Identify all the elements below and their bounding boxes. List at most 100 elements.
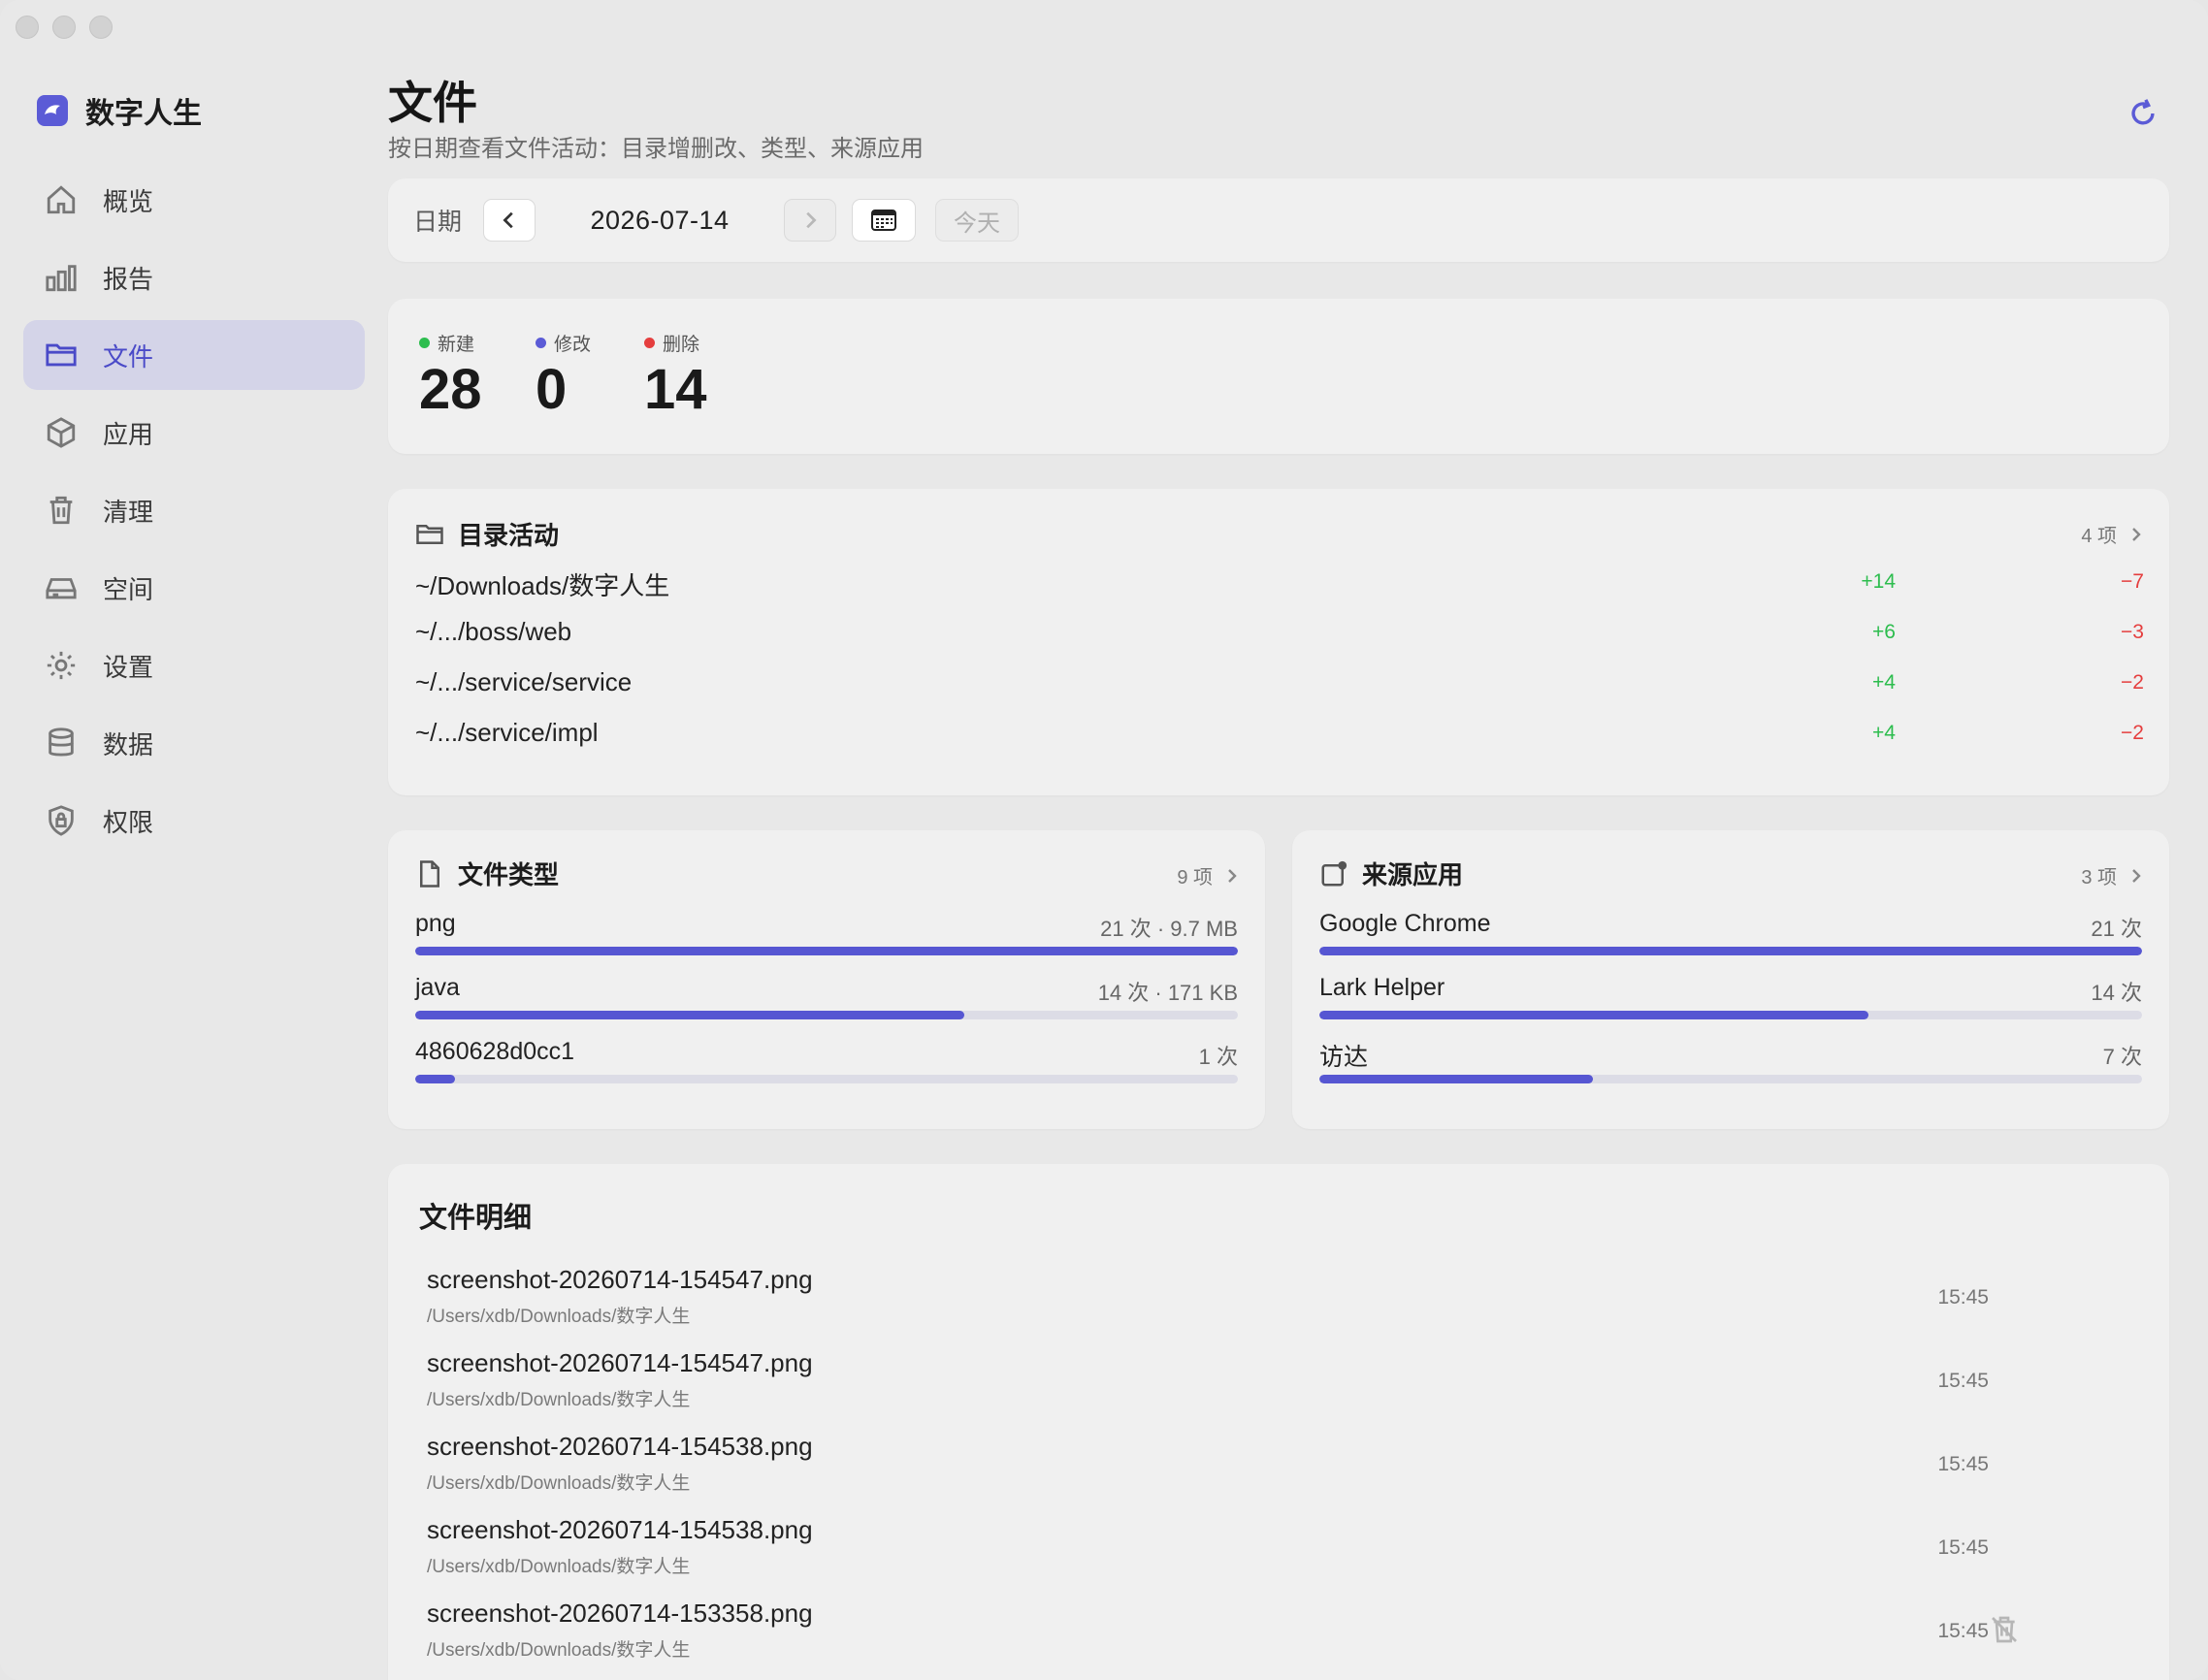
progress-track	[415, 947, 1238, 955]
file-name: screenshot-20260714-154547.png	[427, 1265, 813, 1294]
source-apps-card: 来源应用 3 项 Google Chrome 21 次 Lark Helper …	[1292, 830, 2169, 1129]
item-count: 4 项	[2081, 526, 2117, 547]
dir-row[interactable]: ~/.../service/impl +4 −2	[415, 714, 2144, 753]
types-more-link[interactable]: 9 项	[1177, 861, 1240, 889]
sidebar-item-label: 清理	[103, 497, 154, 527]
type-row[interactable]: 4860628d0cc1 1 次	[415, 1038, 1238, 1100]
type-row[interactable]: png 21 次 · 9.7 MB	[415, 910, 1238, 972]
file-types-card: 文件类型 9 项 png 21 次 · 9.7 MB java 14 次 · 1…	[388, 830, 1265, 1129]
stat-deleted: 删除 14	[644, 330, 707, 418]
box-icon	[47, 417, 76, 448]
stat-label: 删除	[663, 335, 700, 355]
sidebar-item-label: 权限	[103, 807, 154, 837]
sidebar-item-settings[interactable]: 设置	[23, 630, 365, 700]
sidebar-item-storage[interactable]: 空间	[23, 553, 365, 623]
folder-icon	[416, 524, 443, 544]
card-header: 文件类型	[415, 856, 559, 891]
next-day-button[interactable]	[784, 199, 836, 242]
sidebar-item-label: 概览	[103, 186, 154, 216]
progress-track	[415, 1075, 1238, 1083]
delete-file-button[interactable]	[1989, 1614, 2020, 1645]
sources-more-link[interactable]: 3 项	[2081, 861, 2144, 889]
file-path: /Users/xdb/Downloads/数字人生	[427, 1390, 691, 1410]
sidebar: 数字人生 概览 报告 文件 应用 清理 空间 设置 数据 权限	[0, 0, 378, 1680]
file-path: /Users/xdb/Downloads/数字人生	[427, 1640, 691, 1661]
sidebar-item-overview[interactable]: 概览	[23, 165, 365, 235]
bar-chart-icon	[46, 265, 77, 292]
source-value: 14 次	[2091, 981, 2142, 1005]
card-title: 来源应用	[1362, 860, 1464, 889]
file-row[interactable]: screenshot-20260714-154538.png /Users/xd…	[427, 1515, 2134, 1593]
source-name: Lark Helper	[1319, 974, 1445, 1001]
calendar-icon	[871, 210, 896, 231]
dir-path: ~/Downloads/数字人生	[415, 571, 670, 600]
file-time: 15:45	[1937, 1453, 1989, 1475]
type-name: 4860628d0cc1	[415, 1038, 575, 1065]
sidebar-item-cleanup[interactable]: 清理	[23, 475, 365, 545]
stat-value: 0	[536, 358, 568, 421]
drive-icon	[46, 578, 77, 599]
file-row[interactable]: screenshot-20260714-154547.png /Users/xd…	[427, 1265, 2134, 1342]
sidebar-item-permissions[interactable]: 权限	[23, 786, 365, 856]
progress-fill	[415, 947, 1238, 955]
sidebar-item-label: 报告	[103, 264, 154, 294]
source-name: Google Chrome	[1319, 910, 1491, 937]
sidebar-item-label: 设置	[103, 652, 154, 682]
progress-fill	[1319, 1075, 1594, 1083]
progress-track	[1319, 1075, 2142, 1083]
card-title: 目录活动	[458, 521, 560, 550]
stat-label: 新建	[438, 335, 475, 355]
dirs-more-link[interactable]: 4 项	[2081, 520, 2144, 548]
source-row[interactable]: Lark Helper 14 次	[1319, 974, 2142, 1036]
dir-added: +14	[1861, 570, 1896, 593]
dir-removed: −3	[2121, 621, 2144, 643]
stat-label: 修改	[554, 335, 592, 355]
file-path: /Users/xdb/Downloads/数字人生	[427, 1557, 691, 1577]
file-row[interactable]: screenshot-20260714-154547.png /Users/xd…	[427, 1348, 2134, 1426]
brand: 数字人生	[37, 89, 202, 132]
file-path: /Users/xdb/Downloads/数字人生	[427, 1473, 691, 1494]
file-time: 15:45	[1937, 1536, 1989, 1559]
sidebar-item-data[interactable]: 数据	[23, 708, 365, 778]
red-dot-icon	[644, 338, 655, 348]
file-row[interactable]: screenshot-20260714-154538.png /Users/xd…	[427, 1432, 2134, 1509]
type-name: png	[415, 910, 456, 937]
page-subtitle: 按日期查看文件活动：目录增删改、类型、来源应用	[388, 136, 924, 162]
item-count: 9 项	[1177, 867, 1213, 888]
type-value: 14 次 · 171 KB	[1097, 981, 1238, 1005]
trash-icon	[49, 496, 73, 525]
sidebar-item-apps[interactable]: 应用	[23, 398, 365, 468]
dir-removed: −2	[2121, 722, 2144, 744]
home-icon	[47, 185, 76, 214]
progress-fill	[415, 1011, 964, 1019]
source-row[interactable]: Google Chrome 21 次	[1319, 910, 2142, 972]
source-value: 21 次	[2091, 917, 2142, 941]
current-date: 2026-07-14	[590, 205, 730, 235]
source-row[interactable]: 访达 7 次	[1319, 1038, 2142, 1100]
dir-row[interactable]: ~/Downloads/数字人生 +14 −7	[415, 563, 2144, 601]
card-title: 文件明细	[419, 1203, 533, 1234]
type-name: java	[415, 974, 460, 1001]
type-value: 1 次	[1198, 1045, 1238, 1069]
dir-row[interactable]: ~/.../boss/web +6 −3	[415, 613, 2144, 652]
type-row[interactable]: java 14 次 · 171 KB	[415, 974, 1238, 1036]
main-content: 文件 按日期查看文件活动：目录增删改、类型、来源应用 日期 2026-07-14	[388, 0, 2169, 1680]
directory-activity-card: 目录活动 4 项 ~/Downloads/数字人生 +14 −7 ~/.../b…	[388, 489, 2169, 795]
sidebar-item-label: 数据	[103, 729, 154, 759]
dir-path: ~/.../service/service	[415, 667, 633, 696]
chevron-right-icon	[1228, 868, 1237, 883]
today-button[interactable]: 今天	[935, 199, 1019, 242]
page-title: 文件	[388, 78, 477, 128]
chevron-left-icon	[503, 211, 513, 229]
item-count: 3 项	[2081, 867, 2117, 888]
file-row[interactable]: screenshot-20260714-153358.png /Users/xd…	[427, 1599, 2134, 1676]
file-name: screenshot-20260714-154538.png	[427, 1515, 813, 1544]
sidebar-item-reports[interactable]: 报告	[23, 242, 365, 312]
calendar-button[interactable]	[852, 199, 916, 242]
database-icon	[49, 727, 74, 757]
prev-day-button[interactable]	[483, 199, 536, 242]
sidebar-item-files[interactable]: 文件	[23, 320, 365, 390]
refresh-button[interactable]	[2127, 97, 2159, 130]
dir-row[interactable]: ~/.../service/service +4 −2	[415, 663, 2144, 702]
app-window-icon	[1321, 860, 1348, 886]
